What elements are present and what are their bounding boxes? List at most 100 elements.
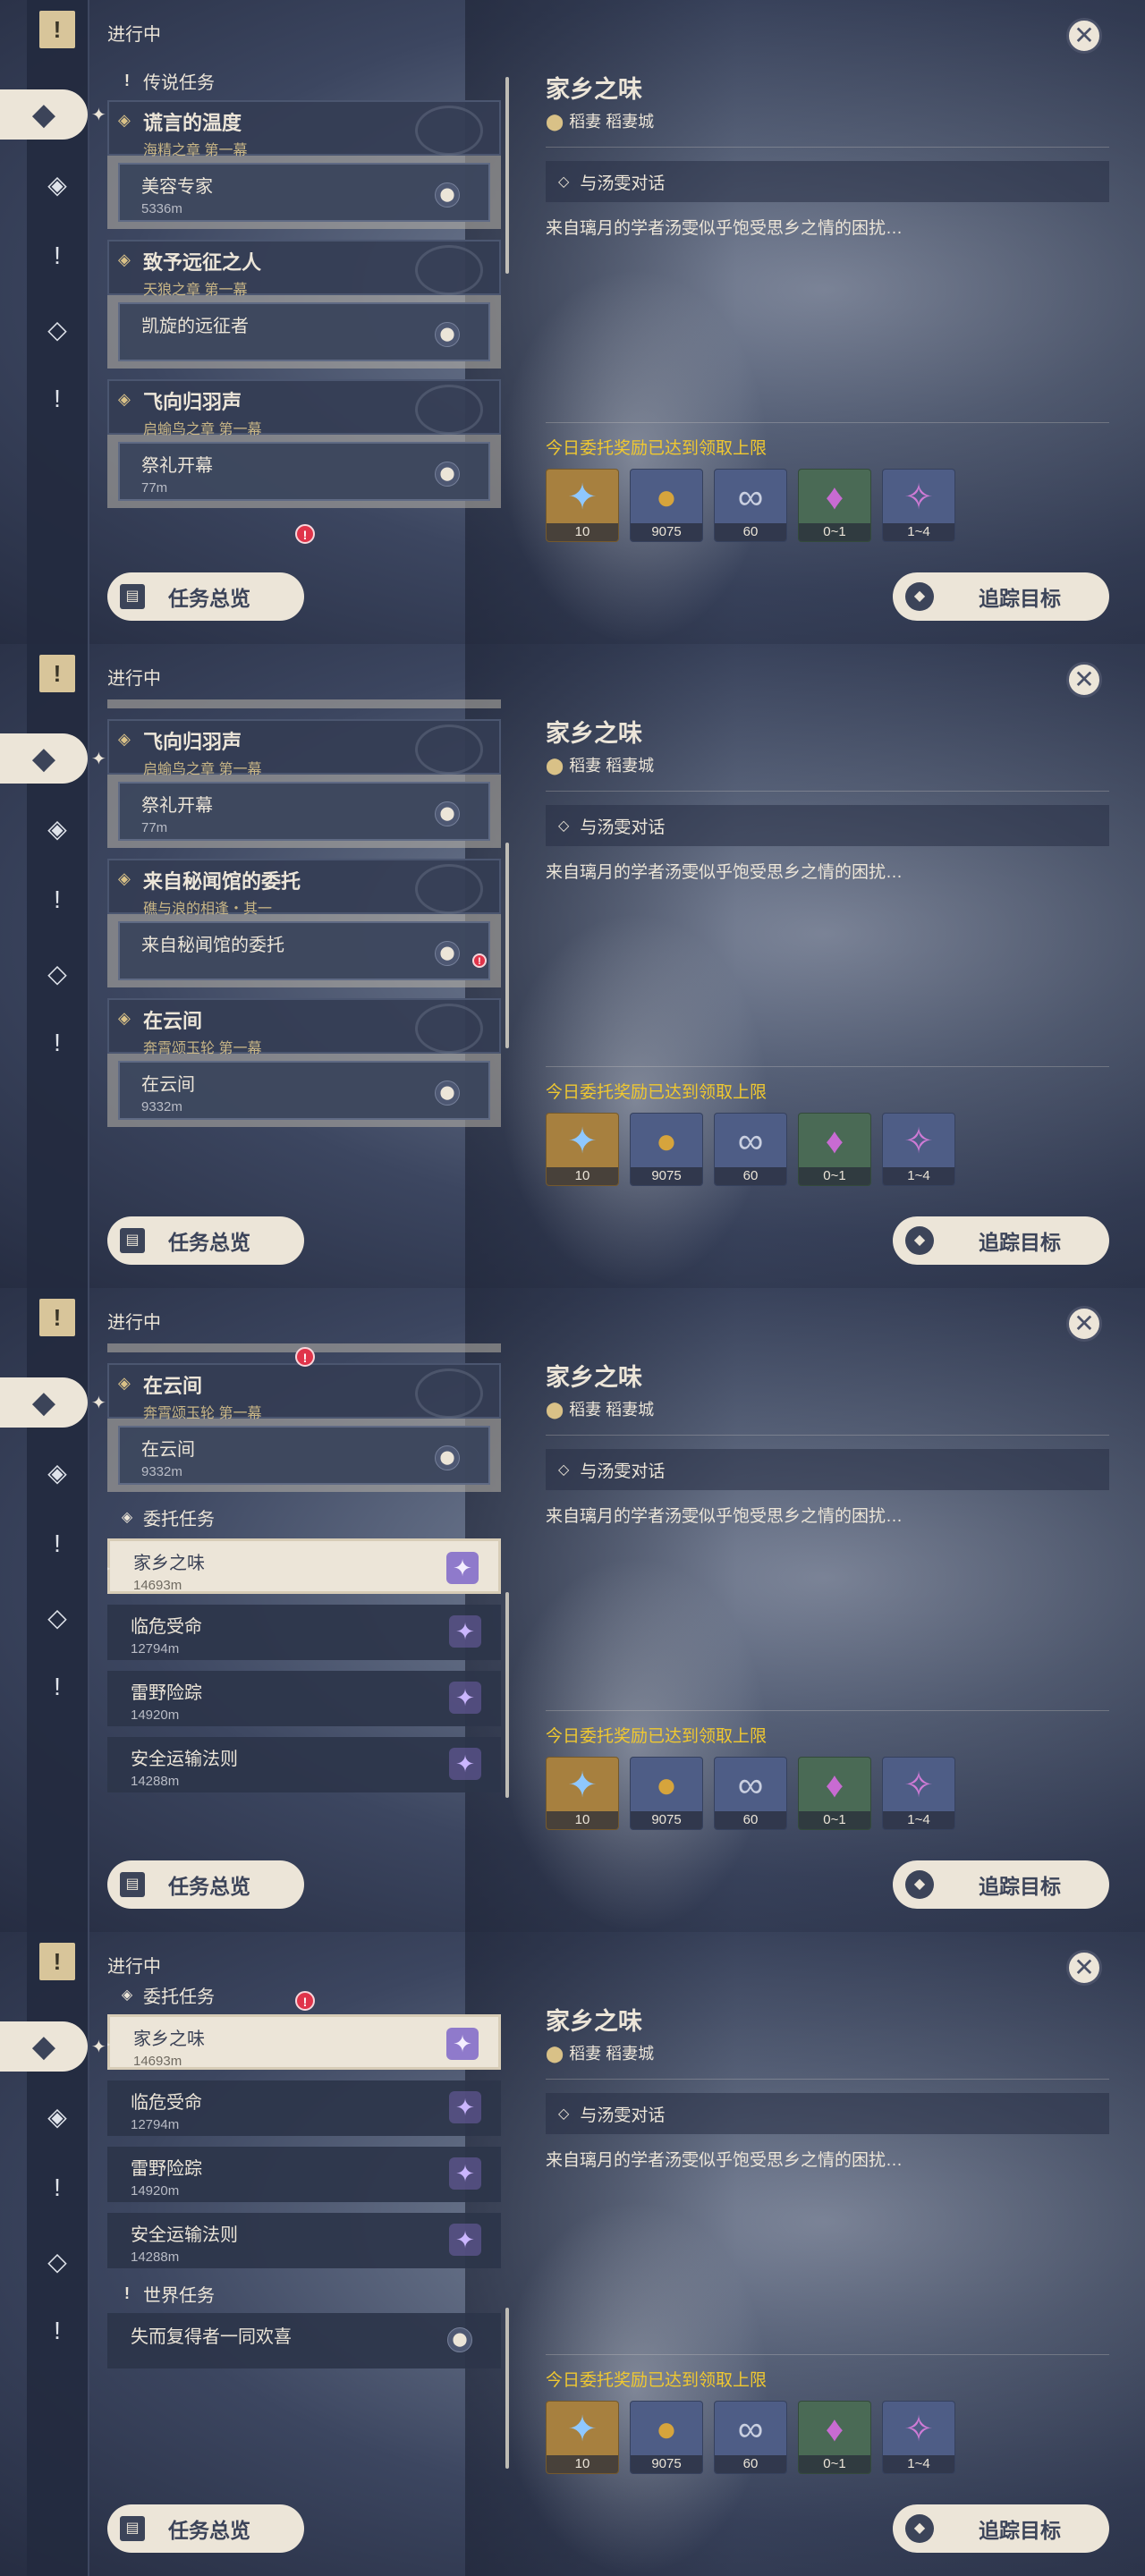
commission-category-selected[interactable]: ◆: [0, 2021, 88, 2072]
commission-item-selected[interactable]: ▶ 家乡之味 14693m ✦: [107, 1538, 501, 1594]
reward-item[interactable]: ● 9075: [630, 1757, 703, 1830]
commission-item[interactable]: 安全运输法则 14288m ✦: [107, 1737, 501, 1792]
story-quest-icon[interactable]: !: [38, 236, 77, 275]
quest-list[interactable]: ◈ 委托任务 ▶ 家乡之味 14693m ✦ 临危受命 12794m ✦ 雷野险踪 14920…: [107, 1980, 501, 2485]
world-diamond-icon[interactable]: ◇: [38, 2241, 77, 2281]
location-pin-icon[interactable]: ⬤: [447, 2327, 472, 2352]
quest-overview-button[interactable]: ▤ 任务总览: [107, 2504, 304, 2553]
quest-group[interactable]: ◈ 在云间 奔霄颂玉轮 第一幕 在云间 9332m ⬤: [107, 1363, 501, 1492]
objective-diamond-icon: ◇: [558, 174, 570, 190]
commission-item[interactable]: 临危受命 12794m ✦: [107, 1605, 501, 1660]
reward-item[interactable]: ♦ 0~1: [798, 1757, 871, 1830]
world-diamond-icon[interactable]: ◇: [38, 309, 77, 349]
location-pin-icon[interactable]: ⬤: [435, 1080, 460, 1106]
quest-overview-button[interactable]: ▤ 任务总览: [107, 1216, 304, 1265]
quest-group-header[interactable]: ◈ 在云间 奔霄颂玉轮 第一幕: [107, 1363, 501, 1421]
commission-title: 雷野险踪: [131, 1683, 202, 1703]
world-quest-icon[interactable]: !: [38, 1023, 77, 1063]
reward-item[interactable]: ✧ 1~4: [882, 1113, 955, 1186]
quest-group-header[interactable]: ◈ 谎言的温度 海精之章 第一幕: [107, 100, 501, 158]
quest-group-header[interactable]: ◈ 在云间 奔霄颂玉轮 第一幕: [107, 998, 501, 1056]
location-pin-icon[interactable]: ⬤: [435, 322, 460, 347]
quest-group[interactable]: ◈ 在云间 奔霄颂玉轮 第一幕 在云间 9332m ⬤: [107, 998, 501, 1127]
archon-quest-icon[interactable]: ◈: [38, 1453, 77, 1492]
list-scrollbar[interactable]: [505, 2308, 509, 2469]
commission-category-selected[interactable]: ◆: [0, 89, 88, 140]
commission-category-selected[interactable]: ◆: [0, 733, 88, 784]
world-quest-icon[interactable]: !: [38, 379, 77, 419]
quest-step[interactable]: 来自秘闻馆的委托 ⬤: [118, 921, 490, 980]
commission-item[interactable]: 雷野险踪 14920m ✦: [107, 1671, 501, 1726]
location-pin-icon[interactable]: ⬤: [435, 801, 460, 826]
archon-quest-icon[interactable]: ◈: [38, 809, 77, 848]
quest-group-header[interactable]: ◈ 飞向归羽声 启蝓鸟之章 第一幕: [107, 379, 501, 437]
quest-step[interactable]: 在云间 9332m ⬤: [118, 1426, 490, 1485]
world-diamond-icon[interactable]: ◇: [38, 953, 77, 993]
pinned-quest-icon[interactable]: !: [39, 1299, 75, 1336]
quest-step[interactable]: 美容专家 5336m ⬤: [118, 163, 490, 222]
location-pin-icon[interactable]: ⬤: [435, 1445, 460, 1470]
commission-category-selected[interactable]: ◆: [0, 1377, 88, 1428]
location-pin-icon[interactable]: ⬤: [435, 182, 460, 208]
reward-item[interactable]: ● 9075: [630, 2401, 703, 2474]
list-scrollbar[interactable]: [505, 77, 509, 274]
reward-item[interactable]: ∞ 60: [714, 1757, 787, 1830]
world-quest-icon[interactable]: !: [38, 2311, 77, 2351]
story-quest-icon[interactable]: !: [38, 880, 77, 919]
quest-group-header[interactable]: ◈ 飞向归羽声 启蝓鸟之章 第一幕: [107, 719, 501, 777]
quest-step[interactable]: 祭礼开幕 77m ⬤: [118, 782, 490, 841]
pinned-quest-icon[interactable]: !: [39, 655, 75, 692]
section-label: 委托任务: [143, 1987, 215, 2007]
exclamation-icon: !: [124, 71, 130, 89]
reward-item[interactable]: ✧ 1~4: [882, 2401, 955, 2474]
location-pin-icon[interactable]: ⬤: [435, 941, 460, 966]
quest-overview-button[interactable]: ▤ 任务总览: [107, 1860, 304, 1909]
pinned-quest-icon[interactable]: !: [39, 1943, 75, 1980]
chapter-emblem-icon: [415, 1368, 483, 1419]
reward-item[interactable]: ♦ 0~1: [798, 1113, 871, 1186]
quest-overview-button[interactable]: ▤ 任务总览: [107, 572, 304, 621]
quest-step[interactable]: 在云间 9332m ⬤: [118, 1061, 490, 1120]
quest-step[interactable]: 凯旋的远征者 ⬤: [118, 302, 490, 361]
reward-item[interactable]: ✧ 1~4: [882, 469, 955, 542]
quest-list[interactable]: ◈ 飞向归羽声 启蝓鸟之章 第一幕 祭礼开幕 77m ⬤ ◈ 来自秘闻馆的委托 礁与浪的相逢…: [107, 699, 501, 1197]
quest-step[interactable]: 祭礼开幕 77m ⬤: [118, 442, 490, 501]
reward-item[interactable]: ✦ 10: [546, 1113, 619, 1186]
quest-group-header[interactable]: ◈ 来自秘闻馆的委托 礁与浪的相逢・其一: [107, 859, 501, 917]
list-scrollbar[interactable]: [505, 1592, 509, 1798]
world-diamond-icon[interactable]: ◇: [38, 1597, 77, 1637]
quest-group[interactable]: ◈ 致予远征之人 天狼之章 第一幕 凯旋的远征者 ⬤: [107, 240, 501, 369]
reward-item[interactable]: ✦ 10: [546, 469, 619, 542]
reward-item[interactable]: ♦ 0~1: [798, 2401, 871, 2474]
quest-group[interactable]: ◈ 飞向归羽声 启蝓鸟之章 第一幕 祭礼开幕 77m ⬤: [107, 719, 501, 848]
quest-list[interactable]: ! 传说任务 ◈ 谎言的温度 海精之章 第一幕 美容专家 5336m ⬤ ◈ 致予远征之人天…: [107, 55, 501, 553]
location-pin-icon[interactable]: ⬤: [435, 462, 460, 487]
world-quest-icon[interactable]: !: [38, 1667, 77, 1707]
reward-item[interactable]: ● 9075: [630, 469, 703, 542]
quest-group-header[interactable]: ◈ 致予远征之人 天狼之章 第一幕: [107, 240, 501, 298]
quest-group[interactable]: ◈ 谎言的温度 海精之章 第一幕 美容专家 5336m ⬤: [107, 100, 501, 229]
quest-list[interactable]: ◈在云间奔霄颂玉轮 第一幕 在云间9332m⬤ ◈委托任务 ▶家乡之味14693…: [107, 1343, 501, 1841]
reward-item[interactable]: ∞ 60: [714, 1113, 787, 1186]
reward-item[interactable]: ♦ 0~1: [798, 469, 871, 542]
reward-item[interactable]: ∞ 60: [714, 2401, 787, 2474]
world-quest-item[interactable]: 失而复得者一同欢喜 ⬤: [107, 2313, 501, 2368]
commission-item[interactable]: 临危受命 12794m ✦: [107, 2080, 501, 2136]
list-scrollbar[interactable]: [505, 843, 509, 1048]
reward-item[interactable]: ✦ 10: [546, 1757, 619, 1830]
commission-item[interactable]: 安全运输法则 14288m ✦: [107, 2213, 501, 2268]
story-quest-icon[interactable]: !: [38, 2168, 77, 2207]
reward-item[interactable]: ✧ 1~4: [882, 1757, 955, 1830]
reward-item[interactable]: ● 9075: [630, 1113, 703, 1186]
quest-book-icon: ▤: [120, 1872, 145, 1897]
story-quest-icon[interactable]: !: [38, 1524, 77, 1563]
pinned-quest-icon[interactable]: !: [39, 11, 75, 48]
commission-item-selected[interactable]: ▶ 家乡之味 14693m ✦: [107, 2014, 501, 2070]
quest-group[interactable]: ◈ 飞向归羽声 启蝓鸟之章 第一幕 祭礼开幕 77m ⬤: [107, 379, 501, 508]
quest-group[interactable]: ◈ 来自秘闻馆的委托 礁与浪的相逢・其一 来自秘闻馆的委托 ⬤: [107, 859, 501, 987]
archon-quest-icon[interactable]: ◈: [38, 165, 77, 204]
commission-item[interactable]: 雷野险踪 14920m ✦: [107, 2147, 501, 2202]
reward-item[interactable]: ✦ 10: [546, 2401, 619, 2474]
archon-quest-icon[interactable]: ◈: [38, 2097, 77, 2136]
reward-item[interactable]: ∞ 60: [714, 469, 787, 542]
